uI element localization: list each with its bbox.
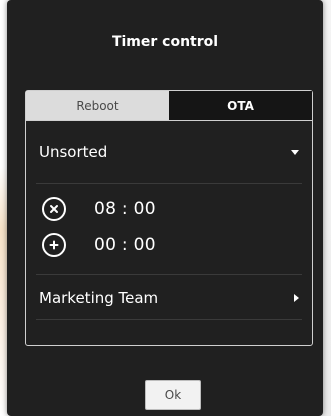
chevron-right-icon [294,294,299,302]
tab-ota[interactable]: OTA [169,91,312,120]
tab-bar: Reboot OTA [26,91,312,121]
timer-row: 00 : 00 [42,230,156,260]
timer-row: 08 : 00 [42,194,156,224]
dialog-title: Timer control [111,34,219,50]
remove-circle-icon[interactable] [42,197,66,221]
divider [36,274,302,275]
tab-reboot[interactable]: Reboot [26,91,169,120]
chevron-down-icon [291,149,299,155]
timer-time[interactable]: 00 : 00 [94,235,156,255]
group-select-value: Unsorted [39,143,108,161]
divider [36,319,302,320]
timer-control-dialog: Timer control Reboot OTA Unsorted 08 : 0… [7,0,323,416]
divider [36,183,302,184]
timer-time[interactable]: 08 : 00 [94,199,156,219]
ok-button[interactable]: Ok [145,380,201,410]
group-nav-label: Marketing Team [39,289,159,307]
group-nav-item[interactable]: Marketing Team [39,283,299,313]
add-circle-icon[interactable] [42,233,66,257]
timer-panel: Reboot OTA Unsorted 08 : 00 00 : 00 Mark… [25,90,313,346]
group-select[interactable]: Unsorted [39,137,299,167]
